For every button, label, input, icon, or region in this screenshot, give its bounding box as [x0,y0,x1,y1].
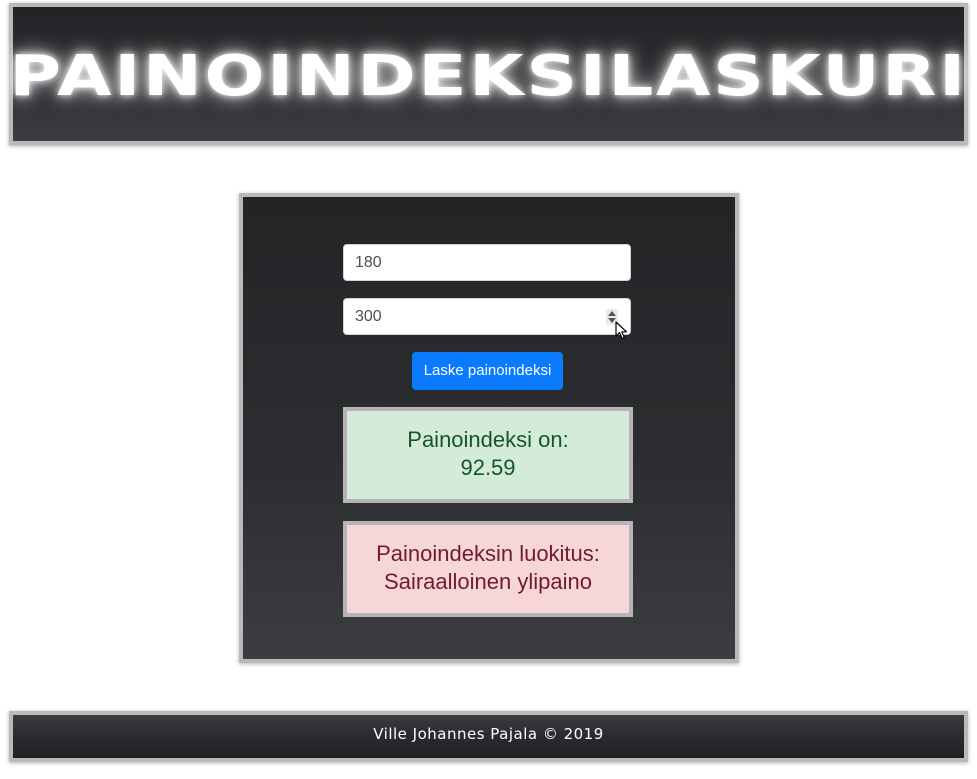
spinner-up-icon[interactable] [608,311,616,316]
height-input[interactable]: 180 [343,244,631,281]
bmi-result-box: Painoindeksi on: 92.59 [343,407,633,503]
weight-input-value: 300 [355,308,382,325]
weight-input[interactable]: 300 [343,298,631,335]
bmi-classification-label: Painoindeksin luokitus: [376,541,600,566]
bmi-classification-box: Painoindeksin luokitus: Sairaalloinen yl… [343,521,633,617]
calculate-button[interactable]: Laske painoindeksi [412,352,563,390]
page-title: PAINOINDEKSILASKURI [9,44,968,109]
page-footer: Ville Johannes Pajala © 2019 [9,711,968,762]
bmi-classification-value: Sairaalloinen ylipaino [384,569,592,594]
bmi-result-value: 92.59 [460,455,516,480]
footer-copyright: Ville Johannes Pajala © 2019 [373,725,604,743]
bmi-result-label: Painoindeksi on: [407,427,569,452]
mouse-cursor-icon [615,321,628,340]
page-header: PAINOINDEKSILASKURI [9,3,968,145]
calculator-panel: 180 300 Laske painoindeksi Painoindeksi … [239,193,739,663]
